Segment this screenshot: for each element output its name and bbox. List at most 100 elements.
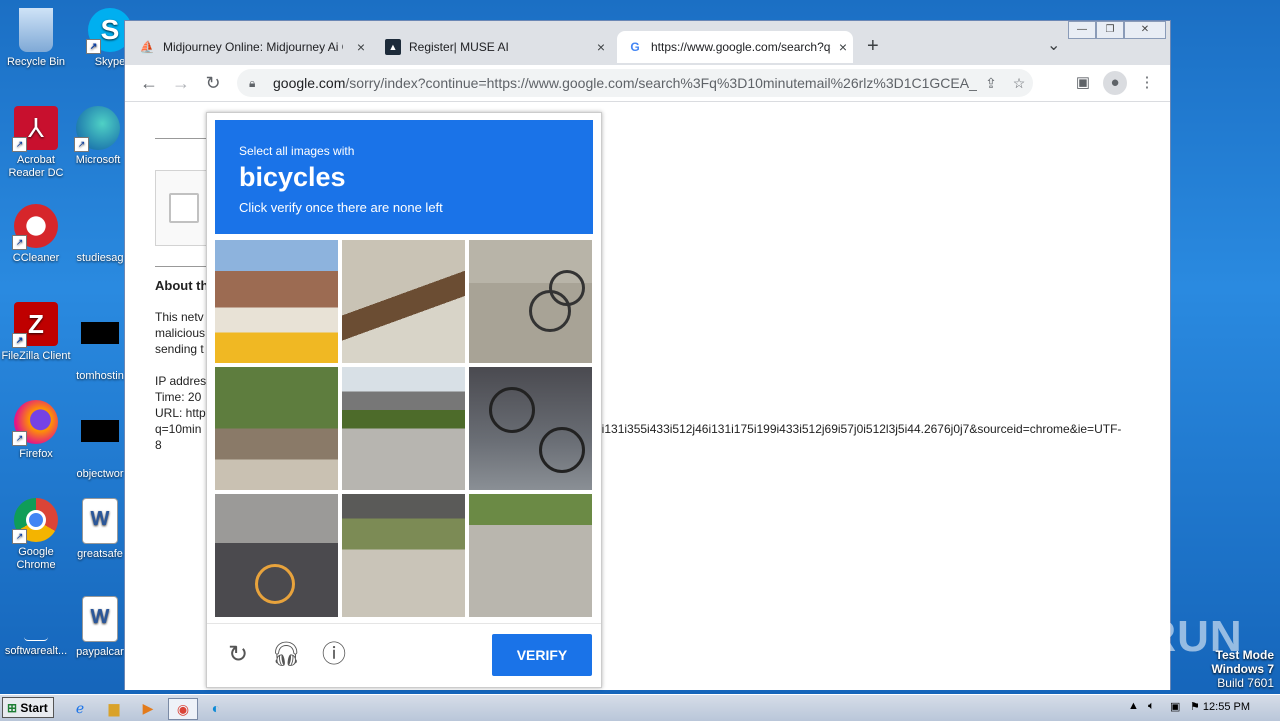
chrome-icon: ↗ [12, 498, 58, 544]
time-line: Time: 20 [155, 390, 202, 404]
reload-challenge-icon[interactable]: ↻ [223, 640, 253, 670]
tab-muse-ai[interactable]: ▲ Register| MUSE AI × [385, 31, 611, 63]
network-icon[interactable]: ▣ [1170, 700, 1180, 713]
close-window-button[interactable]: ✕ [1124, 21, 1166, 39]
muse-ai-icon: ▲ [385, 39, 401, 55]
recaptcha-checkbox[interactable] [169, 193, 199, 223]
tab-midjourney[interactable]: ⛵ Midjourney Online: Midjourney Ai On × [139, 31, 371, 63]
close-tab-icon[interactable]: × [839, 39, 847, 55]
bicycle-shape [489, 387, 535, 433]
desktop-icon-label: Recycle Bin [6, 56, 66, 68]
captcha-tile-1[interactable] [215, 240, 338, 363]
desktop-icon-ccleaner[interactable]: ↗ CCleaner [0, 204, 72, 265]
profile-icon[interactable]: ● [1103, 71, 1127, 95]
desktop-icon-label: Skype [94, 56, 126, 68]
window-controls: — ❐ ✕ [1068, 21, 1166, 39]
url-tail: 0i131i355i433i512j46i131i175i199i433i512… [595, 422, 1122, 436]
url-line: 8 [155, 438, 162, 452]
captcha-instruction: Select all images with [239, 144, 355, 158]
internet-explorer-icon[interactable]: ℯ [70, 698, 90, 718]
file-icon [78, 420, 122, 464]
captcha-tile-2[interactable] [342, 240, 465, 363]
taskbar: ⊞ Start ℯ ▆ ▶ ◉ ◐ ▲ 🔈︎ ▣ ⚑ 12:55 PM [0, 694, 1280, 721]
side-panel-icon[interactable]: ▣ [1071, 71, 1095, 95]
browser-toolbar: ← → ↻ 🔒︎ google.com/sorry/index?continue… [125, 65, 1170, 102]
para-line: sending t [155, 342, 204, 356]
desktop-icon-softwarealt[interactable]: softwarealt... [0, 596, 72, 658]
sailboat-icon: ⛵ [139, 40, 155, 54]
captcha-tile-3[interactable] [469, 240, 592, 363]
close-tab-icon[interactable]: × [597, 39, 605, 55]
para-line: This netv [155, 310, 204, 324]
word-document-icon: W [82, 596, 118, 642]
address-url: google.com/sorry/index?continue=https://… [273, 75, 977, 91]
system-tray: ▲ 🔈︎ ▣ ⚑ 12:55 PM [1100, 695, 1280, 721]
desktop-icon-label: CCleaner [12, 252, 60, 264]
desktop-icon-label: Microsoft [75, 154, 121, 166]
recycle-bin-icon [19, 8, 53, 52]
captcha-tile-6[interactable] [469, 367, 592, 490]
lock-icon: 🔒︎ [249, 75, 256, 90]
build-text: Build 7601 [1217, 676, 1274, 690]
captcha-tile-4[interactable] [215, 367, 338, 490]
bicycle-shape [255, 564, 295, 604]
url-host: google.com [273, 75, 346, 91]
close-tab-icon[interactable]: × [357, 39, 365, 55]
share-icon[interactable]: ⇪ [977, 75, 1005, 92]
desktop-icon-label: paypalcar [76, 646, 124, 658]
chrome-taskbar-icon[interactable]: ◉ [168, 698, 198, 720]
forward-button[interactable]: → [169, 71, 193, 95]
start-button[interactable]: ⊞ Start [2, 697, 54, 718]
windows-logo-icon: ⊞ [7, 701, 18, 715]
windows-test-mode-info: Test Mode Windows 7 Build 7601 [1211, 648, 1274, 690]
url-path: /sorry/index?continue=https://www.google… [345, 75, 977, 91]
back-button[interactable]: ← [137, 71, 161, 95]
tab-title: https://www.google.com/search?q= [651, 40, 831, 54]
captcha-subinstruction: Click verify once there are none left [239, 200, 443, 215]
minimize-button[interactable]: — [1068, 21, 1096, 39]
captcha-challenge: Select all images with bicycles Click ve… [206, 112, 602, 688]
desktop-icon-recycle-bin[interactable]: Recycle Bin [0, 8, 72, 69]
desktop-icon-firefox[interactable]: ↗ Firefox [0, 400, 72, 461]
ip-line: IP addres [155, 374, 207, 388]
tab-title: Register| MUSE AI [409, 40, 509, 54]
verify-button[interactable]: VERIFY [492, 634, 592, 676]
tray-expand-icon[interactable]: ▲ [1128, 700, 1139, 712]
ccleaner-icon: ↗ [12, 204, 58, 250]
folder-icon[interactable]: ▆ [104, 698, 124, 718]
test-mode-text: Test Mode [1215, 648, 1274, 662]
captcha-target: bicycles [239, 162, 346, 192]
menu-icon[interactable]: ⋮ [1135, 71, 1159, 95]
word-document-icon: W [82, 498, 118, 544]
edge-taskbar-icon[interactable]: ◐ [206, 698, 226, 718]
reload-button[interactable]: ↻ [201, 71, 225, 95]
captcha-tile-5[interactable] [342, 367, 465, 490]
about-heading: About th [155, 278, 209, 293]
desktop-icon-label: Firefox [19, 448, 53, 460]
clock[interactable]: 12:55 PM [1203, 701, 1250, 713]
desktop-icon-filezilla[interactable]: Z ↗ FileZilla Client [0, 302, 72, 363]
file-icon [78, 322, 122, 366]
captcha-tile-9[interactable] [469, 494, 592, 617]
desktop-icon-chrome[interactable]: ↗ Google Chrome [0, 498, 72, 572]
flag-icon[interactable]: ⚑ [1190, 700, 1200, 713]
tab-title: Midjourney Online: Midjourney Ai On [163, 40, 343, 54]
os-text: Windows 7 [1211, 662, 1274, 676]
captcha-tile-7[interactable] [215, 494, 338, 617]
captcha-header: Select all images with bicycles Click ve… [215, 120, 593, 234]
captcha-tile-8[interactable] [342, 494, 465, 617]
info-icon[interactable]: ⓘ [319, 640, 349, 670]
restore-button[interactable]: ❐ [1096, 21, 1124, 39]
desktop-icon-label: Google Chrome [16, 546, 56, 571]
bookmark-star-icon[interactable]: ☆ [1005, 75, 1033, 92]
new-tab-button[interactable]: + [867, 35, 879, 58]
tab-google-search[interactable]: G https://www.google.com/search?q= × [617, 31, 853, 63]
volume-icon[interactable]: 🔈︎ [1148, 700, 1155, 713]
address-bar[interactable]: 🔒︎ google.com/sorry/index?continue=https… [237, 69, 1033, 97]
desktop-icon-label: greatsafe [77, 548, 123, 560]
media-player-icon[interactable]: ▶ [138, 698, 158, 718]
headphones-icon[interactable]: 🎧︎ [271, 640, 301, 670]
start-label: Start [20, 701, 48, 715]
firefox-icon: ↗ [12, 400, 58, 446]
tab-search-button[interactable]: ⌄ [1047, 35, 1060, 55]
